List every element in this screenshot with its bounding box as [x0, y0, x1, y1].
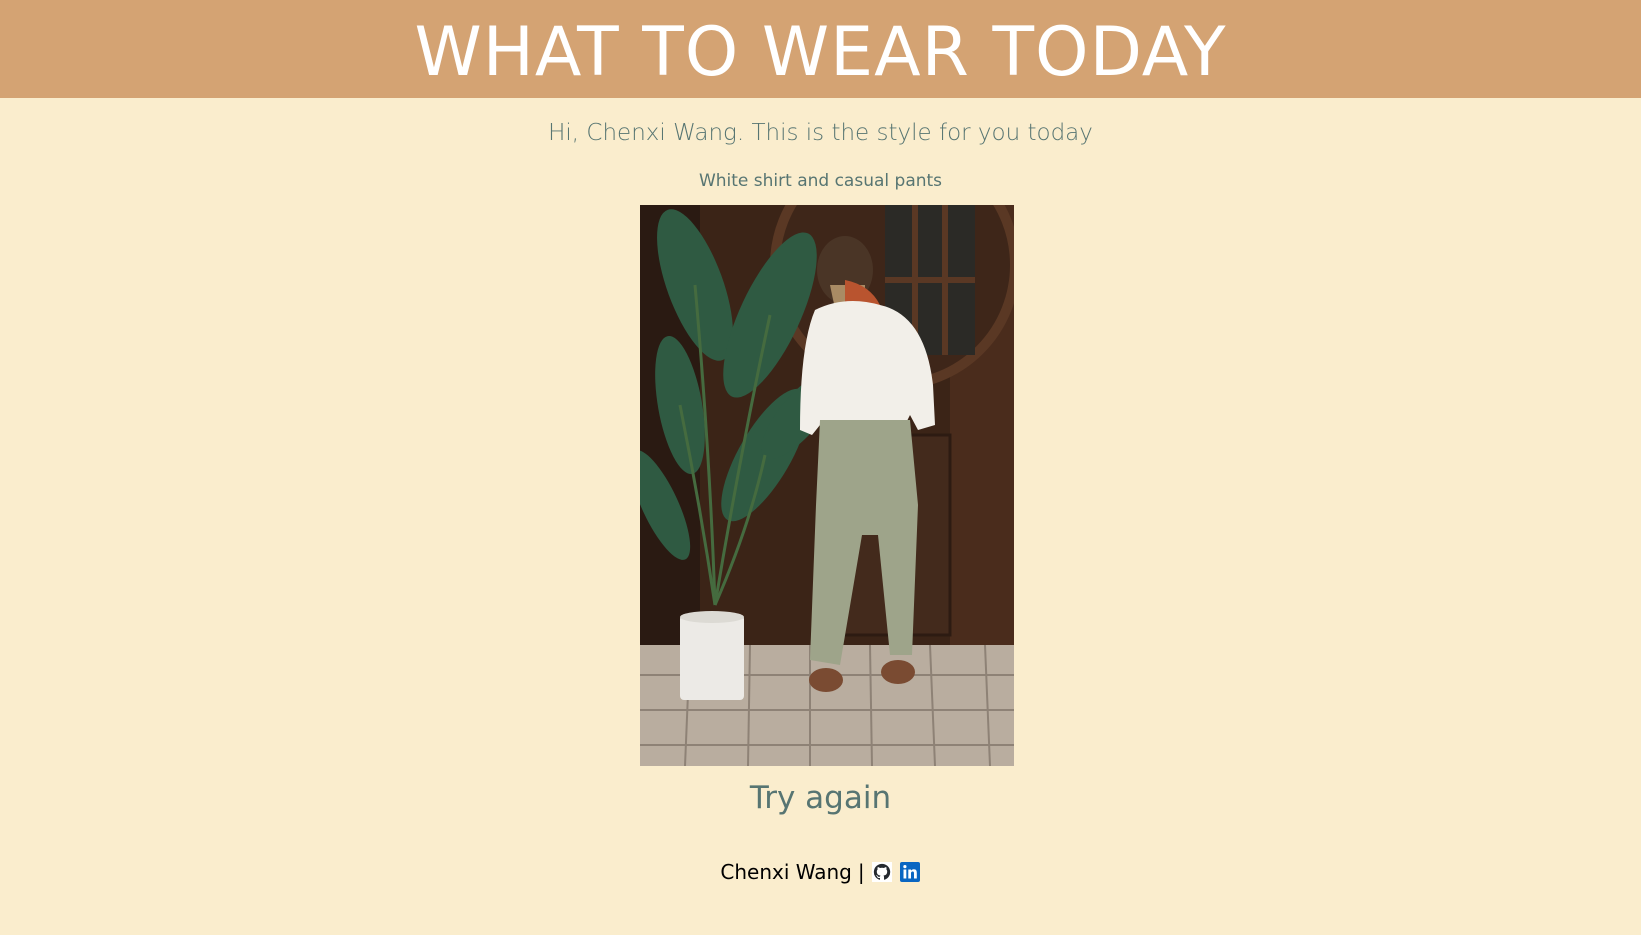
github-icon[interactable] — [871, 861, 893, 883]
try-again-link-wrapper: Try again — [0, 780, 1641, 816]
footer-separator: | — [857, 860, 865, 884]
style-description: White shirt and casual pants — [698, 171, 943, 191]
site-header: WHAT TO WEAR TODAY — [0, 0, 1641, 98]
footer-author: Chenxi Wang — [720, 860, 852, 884]
page-title: WHAT TO WEAR TODAY — [414, 13, 1227, 92]
greeting-text: Hi, Chenxi Wang. This is the style for y… — [548, 120, 1093, 146]
try-again-button[interactable]: Try again — [750, 780, 891, 816]
footer: Chenxi Wang | — [0, 860, 1641, 884]
outfit-photo — [640, 205, 1014, 766]
linkedin-icon[interactable] — [899, 861, 921, 883]
